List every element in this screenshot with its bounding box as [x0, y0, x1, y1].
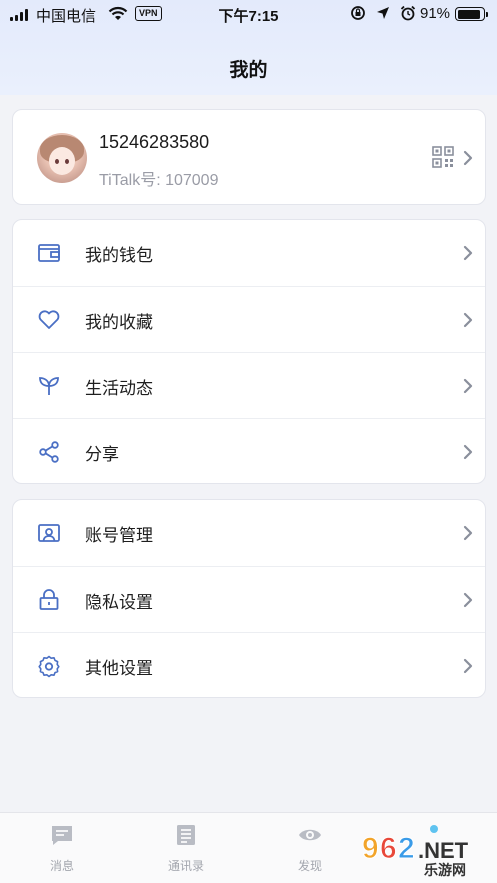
sprout-icon [39, 377, 59, 395]
contacts-icon [177, 825, 195, 845]
tab-label: 消息 [49, 859, 74, 873]
qr-code-icon[interactable] [432, 146, 454, 168]
chevron-right-icon [463, 245, 473, 261]
menu-item-label: 分享 [85, 445, 119, 464]
chevron-right-icon [463, 444, 473, 460]
profile-phone: 15246283580 [99, 132, 210, 152]
svg-text:.NET: .NET [418, 838, 469, 863]
profile-card[interactable]: 15246283580 TiTalk号: 107009 [12, 109, 486, 205]
svg-text:2: 2 [398, 832, 415, 865]
alarm-icon [400, 5, 416, 21]
chevron-right-icon [463, 525, 473, 541]
menu-item-favorites[interactable]: 我的收藏 [13, 286, 485, 352]
menu-item-share[interactable]: 分享 [13, 418, 485, 484]
menu-item-wallet[interactable]: 我的钱包 [13, 220, 485, 286]
tab-label: 通讯录 [167, 859, 204, 873]
menu-item-label: 账号管理 [85, 526, 153, 545]
chevron-right-icon [463, 150, 473, 166]
menu-group-settings: 账号管理 隐私设置 其他设置 [12, 499, 486, 698]
chevron-right-icon [463, 592, 473, 608]
eye-icon [299, 829, 321, 841]
lock-icon [39, 589, 59, 610]
site-watermark-logo: 9 6 2 .NET 乐游网 [362, 832, 469, 879]
status-bar: 中国电信 VPN 下午7:15 91% [0, 0, 497, 30]
wallet-icon [38, 244, 60, 262]
tab-contacts[interactable]: 通讯录 [124, 813, 248, 883]
id-card-icon [38, 524, 60, 542]
menu-item-label: 生活动态 [85, 379, 153, 398]
battery-icon [455, 7, 488, 21]
menu-item-life-feed[interactable]: 生活动态 [13, 352, 485, 418]
menu-item-label: 我的钱包 [85, 246, 153, 265]
tab-discover[interactable]: 发现 [248, 813, 372, 883]
gear-icon [38, 655, 60, 678]
menu-group-main: 我的钱包 我的收藏 生活动态 分享 [12, 219, 486, 484]
location-arrow-icon [377, 7, 389, 19]
battery-percent: 91% [420, 5, 451, 22]
avatar[interactable] [37, 133, 87, 183]
page-title: 我的 [229, 60, 268, 81]
svg-text:6: 6 [380, 832, 397, 865]
heart-icon [38, 310, 60, 329]
share-icon [39, 441, 59, 463]
menu-item-account[interactable]: 账号管理 [13, 500, 485, 566]
svg-text:9: 9 [362, 832, 379, 865]
menu-item-label: 我的收藏 [85, 313, 153, 332]
menu-item-other-settings[interactable]: 其他设置 [13, 632, 485, 698]
rotation-lock-icon [351, 6, 365, 20]
chevron-right-icon [463, 658, 473, 674]
chevron-right-icon [463, 378, 473, 394]
tab-label: 发现 [297, 859, 322, 873]
menu-item-label: 其他设置 [85, 659, 153, 678]
menu-item-privacy[interactable]: 隐私设置 [13, 566, 485, 632]
tab-messages[interactable]: 消息 [0, 813, 124, 883]
profile-titalk-id: TiTalk号: 107009 [99, 172, 219, 189]
chevron-right-icon [463, 312, 473, 328]
svg-text:乐游网: 乐游网 [424, 862, 466, 878]
message-icon [52, 826, 72, 845]
menu-item-label: 隐私设置 [85, 593, 153, 612]
